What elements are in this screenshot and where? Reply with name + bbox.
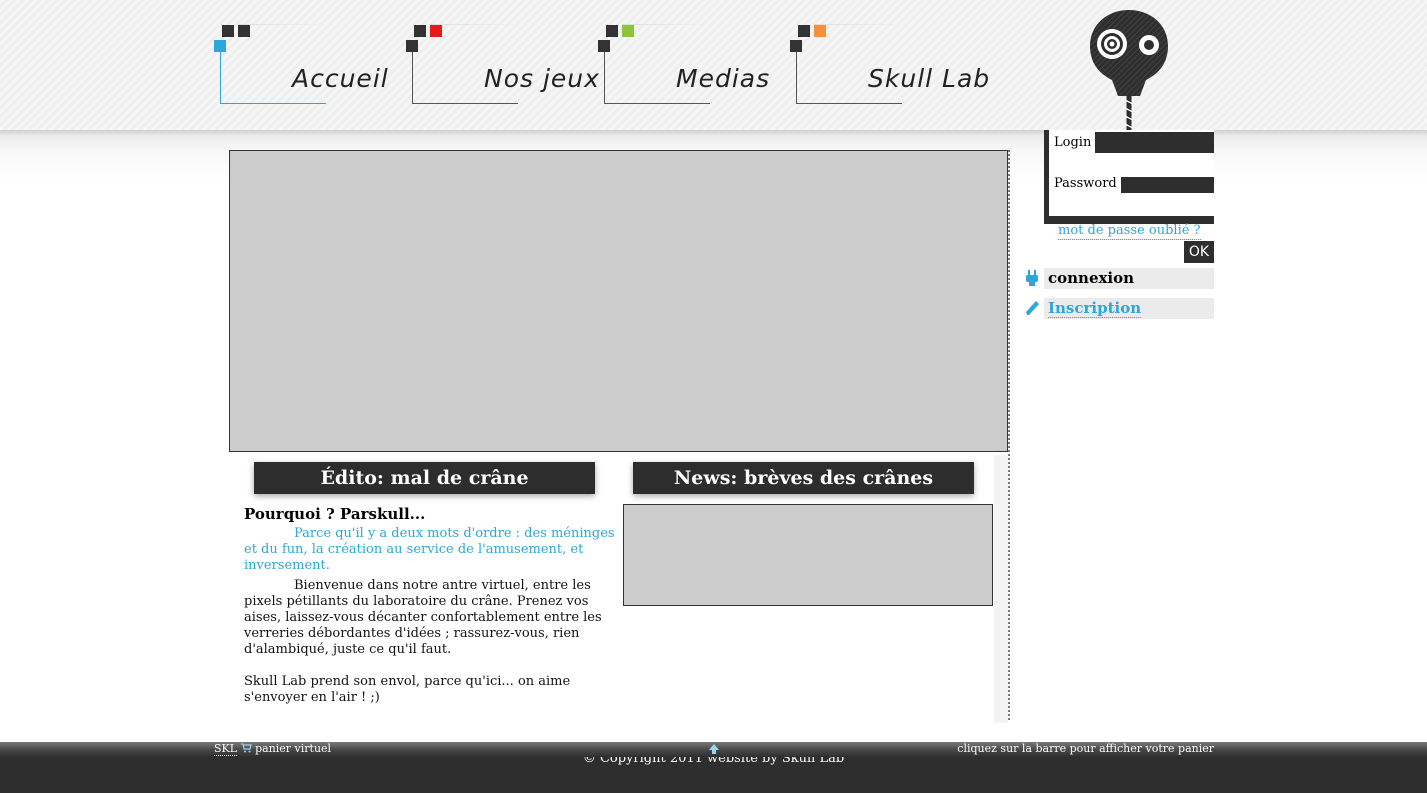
nav-item-accueil[interactable]: Accueil [214,24,394,106]
vertical-divider [1008,150,1010,720]
inscription-label[interactable]: Inscription [1048,299,1142,318]
login-label: Login [1054,135,1092,150]
cart-icon [240,743,252,753]
connexion-link[interactable]: connexion [1044,268,1214,289]
nav-item-nos-jeux[interactable]: Nos jeux [406,24,599,106]
edito-title: Édito: mal de crâne [254,462,595,494]
edito-body: Bienvenue dans notre antre virtuel, entr… [244,578,602,657]
nav-label[interactable]: Accueil [292,64,389,93]
nav-item-medias[interactable]: Medias [598,24,778,106]
nav-square [414,25,426,37]
password-label: Password [1054,176,1117,191]
plug-icon [1026,270,1038,286]
cart-label: panier virtuel [255,742,332,755]
arrow-up-icon[interactable] [708,743,720,755]
nav-item-skull-lab[interactable]: Skull Lab [790,24,989,106]
nav-square [222,25,234,37]
nav-line [238,24,328,25]
nav-line [604,103,710,104]
nav-label[interactable]: Medias [676,64,770,93]
password-input[interactable] [1121,177,1214,193]
edito-lead: Parce qu'il y a deux mots d'ordre : des … [244,526,615,573]
nav-line [814,24,904,25]
ok-button[interactable]: OK [1184,241,1214,263]
cart-hint: cliquez sur la barre pour afficher votre… [957,742,1214,755]
banner-image [229,150,1008,452]
nav-line [220,52,221,104]
login-input[interactable] [1095,132,1214,153]
pencil-icon [1026,301,1039,315]
nav-line [430,24,520,25]
edito-heading: Pourquoi ? Parskull... [244,505,426,523]
nav-line [412,52,413,104]
skull-logo-icon [1090,10,1168,130]
skl-link[interactable]: SKL [214,742,238,756]
nav-accent-square [814,25,826,37]
nav-line [604,52,605,104]
nav-label[interactable]: Nos jeux [484,64,600,93]
edito-body-closing: Skull Lab prend son envol, parce qu'ici.… [244,674,571,705]
nav-label[interactable]: Skull Lab [868,64,990,93]
news-box [623,504,993,606]
inscription-link[interactable]: Inscription [1044,298,1214,319]
nav-square [790,40,802,52]
nav-square [606,25,618,37]
nav-line [412,103,518,104]
news-title: News: brèves des crânes [633,462,974,494]
cart-bar[interactable]: SKL panier virtuel cliquez sur la barre … [0,742,1427,757]
forgot-password-link[interactable]: mot de passe oublié ? [1058,223,1201,240]
content-shade [994,455,1008,723]
cart-bar-left: SKL panier virtuel [214,742,331,756]
nav-square [798,25,810,37]
nav-square [598,40,610,52]
nav-accent-square [622,25,634,37]
nav-line [220,103,326,104]
nav-square [238,25,250,37]
nav-line [622,24,712,25]
nav-accent-square [430,25,442,37]
nav-square [406,40,418,52]
nav-line [796,103,902,104]
nav-accent-square [214,40,226,52]
nav-line [796,52,797,104]
